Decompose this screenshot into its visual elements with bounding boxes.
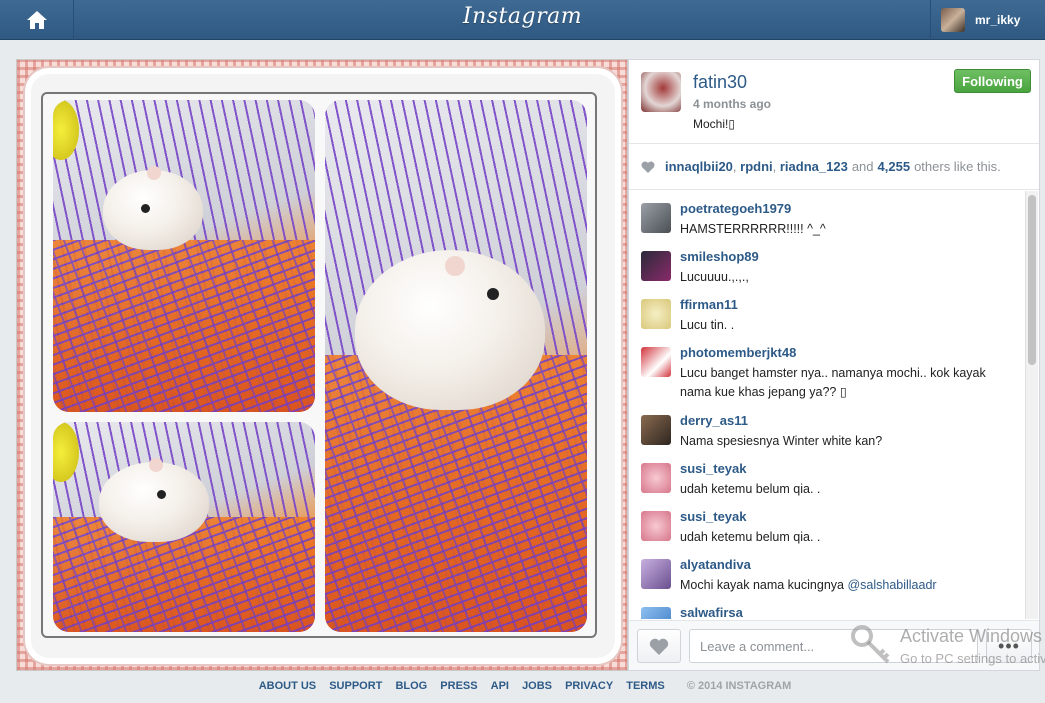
footer-link-about[interactable]: ABOUT US	[259, 680, 316, 692]
heart-icon	[649, 638, 669, 655]
photo-collage	[41, 92, 597, 638]
avatar[interactable]	[641, 299, 671, 329]
avatar[interactable]	[641, 203, 671, 233]
avatar	[941, 8, 965, 32]
comment-text: Lucu banget hamster nya.. namanya mochi.…	[680, 366, 986, 399]
collage-tile-bottom-left	[53, 422, 315, 632]
hamster-ear	[147, 166, 161, 180]
following-button[interactable]: Following	[954, 69, 1031, 93]
avatar[interactable]	[641, 251, 671, 281]
avatar[interactable]	[641, 559, 671, 589]
cage	[53, 240, 315, 412]
comment-list[interactable]: poetrategoeh1979 HAMSTERRRRRR!!!!! ^_^ s…	[629, 191, 1025, 619]
likes-suffix: others like this.	[914, 159, 1001, 174]
collage-tile-right	[325, 100, 587, 632]
mention-link[interactable]: @salshabillaadr	[847, 578, 936, 592]
footer: ABOUT US SUPPORT BLOG PRESS API JOBS PRI…	[0, 680, 1045, 698]
list-item: photomemberjkt48 Lucu banget hamster nya…	[629, 335, 1025, 403]
list-item: ffirman11 Lucu tin. .	[629, 287, 1025, 335]
copyright: © 2014 INSTAGRAM	[686, 680, 792, 692]
post-timestamp[interactable]: 4 months ago	[693, 97, 771, 111]
comment-text: Mochi kayak nama kucingnya @salshabillaa…	[680, 576, 1019, 595]
comment-body: Mochi kayak nama kucingnya	[680, 578, 848, 592]
user-menu[interactable]: mr_ikky	[930, 0, 1045, 40]
yellow-object	[53, 422, 79, 482]
list-item: susi_teyak udah ketemu belum qia. .	[629, 451, 1025, 499]
hamster	[103, 166, 203, 250]
post-header: fatin30 4 months ago Mochi!▯ Following	[629, 60, 1039, 144]
footer-link-press[interactable]: PRESS	[440, 680, 477, 692]
comment-text: udah ketemu belum qia. .	[680, 530, 821, 544]
comment-username[interactable]: smileshop89	[680, 249, 759, 264]
comment-text: Lucu tin. .	[680, 318, 735, 332]
footer-link-blog[interactable]: BLOG	[395, 680, 427, 692]
footer-link-api[interactable]: API	[491, 680, 509, 692]
collage-tile-top-left	[53, 100, 315, 412]
hamster-eye	[487, 288, 499, 300]
hamster	[355, 250, 545, 410]
comment-bar: •••	[629, 620, 1039, 670]
avatar[interactable]	[641, 511, 671, 541]
hamster-eye	[141, 204, 150, 213]
list-item: susi_teyak udah ketemu belum qia. .	[629, 499, 1025, 547]
avatar[interactable]	[641, 415, 671, 445]
avatar[interactable]	[641, 72, 681, 112]
comment-text: Nama spesiesnya Winter white kan?	[680, 434, 883, 448]
likes-and: and	[851, 159, 874, 174]
hamster-ear	[445, 256, 465, 276]
post-sidebar: fatin30 4 months ago Mochi!▯ Following i…	[628, 59, 1040, 671]
liker-link[interactable]: riadna_123	[780, 159, 848, 174]
footer-link-privacy[interactable]: PRIVACY	[565, 680, 613, 692]
comment-username[interactable]: susi_teyak	[680, 461, 747, 476]
liker-link[interactable]: rpdni	[740, 159, 773, 174]
list-item: alyatandiva Mochi kayak nama kucingnya @…	[629, 547, 1025, 595]
hamster-eye	[157, 490, 166, 499]
like-button[interactable]	[637, 629, 681, 663]
separator: ,	[772, 159, 780, 174]
comment-input[interactable]	[689, 629, 978, 663]
scrollbar-thumb[interactable]	[1028, 195, 1036, 365]
comment-username[interactable]: susi_teyak	[680, 509, 747, 524]
separator: ,	[732, 159, 741, 174]
yellow-object	[53, 100, 79, 160]
list-item: salwafirsa	[629, 595, 1025, 619]
post-caption: Mochi!▯	[693, 117, 735, 131]
hamster-ear	[149, 458, 163, 472]
comment-text: HAMSTERRRRRR!!!!! ^_^	[680, 222, 826, 236]
comment-username[interactable]: photomemberjkt48	[680, 345, 796, 360]
comment-username[interactable]: derry_as11	[680, 413, 748, 428]
likes-count[interactable]: 4,255	[878, 159, 911, 174]
avatar[interactable]	[641, 347, 671, 377]
comment-username[interactable]: ffirman11	[680, 297, 738, 312]
list-item: smileshop89 Lucuuuu.,.,.,	[629, 239, 1025, 287]
avatar[interactable]	[641, 463, 671, 493]
comment-text: Lucuuuu.,.,.,	[680, 270, 749, 284]
comment-username[interactable]: salwafirsa	[680, 605, 743, 619]
photo-frame	[31, 74, 615, 658]
instagram-logo[interactable]: Instagram	[0, 4, 1045, 29]
footer-link-support[interactable]: SUPPORT	[329, 680, 382, 692]
comment-username[interactable]: alyatandiva	[680, 557, 751, 572]
hamster	[99, 458, 209, 542]
list-item: poetrategoeh1979 HAMSTERRRRRR!!!!! ^_^	[629, 191, 1025, 239]
footer-link-jobs[interactable]: JOBS	[522, 680, 552, 692]
likes-line: innaqlbii20, rpdni, riadna_123 and 4,255…	[629, 144, 1039, 190]
heart-icon	[641, 161, 655, 173]
footer-link-terms[interactable]: TERMS	[626, 680, 665, 692]
top-bar: Instagram mr_ikky	[0, 0, 1045, 40]
owner-username[interactable]: fatin30	[693, 72, 747, 93]
comment-username[interactable]: poetrategoeh1979	[680, 201, 791, 216]
username: mr_ikky	[975, 13, 1021, 27]
comments-scrollbar[interactable]	[1025, 191, 1038, 619]
liker-link[interactable]: innaqlbii20	[665, 159, 733, 174]
list-item: derry_as11 Nama spesiesnya Winter white …	[629, 403, 1025, 451]
more-options-button[interactable]: •••	[986, 629, 1032, 663]
post-photo[interactable]	[16, 59, 628, 671]
avatar[interactable]	[641, 607, 671, 619]
comment-text: udah ketemu belum qia. .	[680, 482, 821, 496]
